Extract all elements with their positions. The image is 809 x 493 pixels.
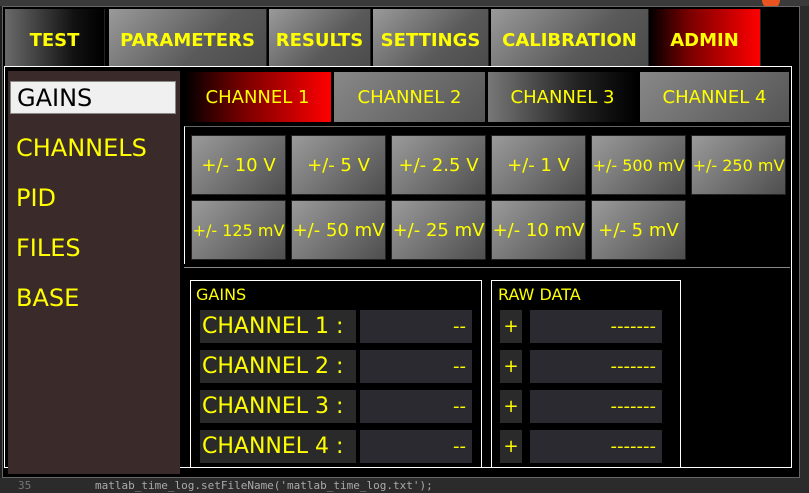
gain-label: +/- 10 mV — [492, 219, 585, 241]
side-item-label: BASE — [16, 283, 80, 312]
raw-value: ------- — [530, 390, 662, 423]
gain-label: +/- 250 mV — [692, 155, 785, 175]
gain-125mv-button[interactable]: +/- 125 mV — [191, 200, 286, 260]
gain-row-label: CHANNEL 3 : — [200, 390, 356, 423]
gain-label: +/- 1 V — [507, 154, 570, 176]
tab-settings[interactable]: SETTINGS — [373, 9, 489, 71]
gain-25mv-button[interactable]: +/- 25 mV — [391, 200, 486, 260]
gain-row-value: -- — [360, 390, 472, 423]
gain-label: +/- 500 mV — [592, 155, 685, 175]
tab-results[interactable]: RESULTS — [269, 9, 371, 71]
gain-label: +/- 2.5 V — [398, 154, 479, 176]
gain-50mv-button[interactable]: +/- 50 mV — [291, 200, 386, 260]
tab-label: SETTINGS — [380, 29, 481, 51]
gain-row-label: CHANNEL 1 : — [200, 310, 356, 343]
raw-sign: + — [500, 430, 522, 463]
side-menu: GAINS CHANNELS PID FILES BASE — [8, 71, 180, 474]
tab-calibration[interactable]: CALIBRATION — [491, 9, 649, 71]
gain-row-value: -- — [360, 430, 472, 463]
tab-channel-3[interactable]: CHANNEL 3 — [488, 72, 638, 122]
tab-parameters[interactable]: PARAMETERS — [109, 9, 267, 71]
tab-label: CHANNEL 4 — [662, 86, 767, 108]
gains-group-title: GAINS — [196, 285, 247, 304]
side-item-label: PID — [16, 183, 57, 212]
raw-value: ------- — [530, 430, 662, 463]
side-item-label: GAINS — [17, 83, 93, 112]
gain-label: +/- 25 mV — [392, 219, 485, 241]
tab-test[interactable]: TEST — [5, 9, 105, 71]
tab-label: PARAMETERS — [120, 29, 255, 51]
gain-1v-button[interactable]: +/- 1 V — [491, 135, 586, 195]
gain-500mv-button[interactable]: +/- 500 mV — [591, 135, 686, 195]
side-item-channels[interactable]: CHANNELS — [10, 131, 176, 164]
gain-label: +/- 10 V — [201, 154, 276, 176]
raw-sign: + — [500, 350, 522, 383]
gain-2-5v-button[interactable]: +/- 2.5 V — [391, 135, 486, 195]
gain-label: +/- 5 mV — [598, 219, 679, 241]
gain-row-label: CHANNEL 2 : — [200, 350, 356, 383]
raw-value: ------- — [530, 350, 662, 383]
gain-row-value: -- — [360, 310, 472, 343]
tab-label: RESULTS — [275, 29, 364, 51]
tab-label: ADMIN — [670, 29, 739, 51]
gain-label: +/- 125 mV — [192, 220, 285, 240]
raw-data-group-title: RAW DATA — [498, 285, 581, 304]
gain-row-label: CHANNEL 4 : — [200, 430, 356, 463]
tab-label: CALIBRATION — [502, 29, 637, 51]
gain-label: +/- 50 mV — [292, 219, 385, 241]
editor-gutter — [800, 6, 809, 478]
tab-label: CHANNEL 2 — [357, 86, 462, 108]
side-item-label: FILES — [16, 233, 81, 262]
gain-250mv-button[interactable]: +/- 250 mV — [691, 135, 786, 195]
gain-10v-button[interactable]: +/- 10 V — [191, 135, 286, 195]
raw-sign: + — [500, 310, 522, 343]
tab-channel-1[interactable]: CHANNEL 1 — [184, 72, 332, 122]
raw-sign: + — [500, 390, 522, 423]
editor-code-line: matlab_time_log.setFileName('matlab_time… — [95, 479, 433, 492]
gain-5v-button[interactable]: +/- 5 V — [291, 135, 386, 195]
side-item-pid[interactable]: PID — [10, 181, 176, 214]
gain-10mv-button[interactable]: +/- 10 mV — [491, 200, 586, 260]
gain-5mv-button[interactable]: +/- 5 mV — [591, 200, 686, 260]
side-item-gains[interactable]: GAINS — [10, 81, 176, 114]
tab-admin[interactable]: ADMIN — [649, 9, 761, 71]
gain-row-value: -- — [360, 350, 472, 383]
side-item-label: CHANNELS — [16, 133, 147, 162]
tab-channel-2[interactable]: CHANNEL 2 — [334, 72, 486, 122]
tab-channel-4[interactable]: CHANNEL 4 — [640, 72, 790, 122]
side-item-files[interactable]: FILES — [10, 231, 176, 264]
tab-label: CHANNEL 1 — [205, 86, 310, 108]
side-item-base[interactable]: BASE — [10, 281, 176, 314]
tab-label: TEST — [29, 29, 80, 51]
tab-label: CHANNEL 3 — [510, 86, 615, 108]
editor-line-number: 35 — [18, 479, 32, 492]
raw-value: ------- — [530, 310, 662, 343]
divider — [184, 267, 790, 268]
gain-label: +/- 5 V — [307, 154, 370, 176]
